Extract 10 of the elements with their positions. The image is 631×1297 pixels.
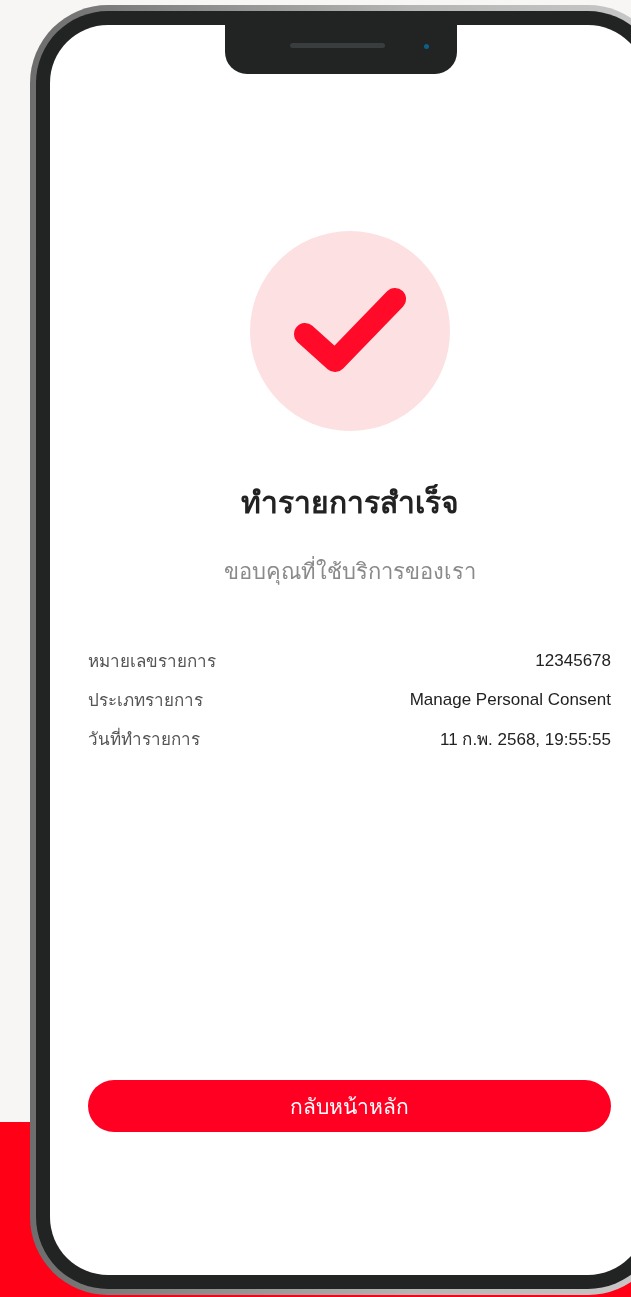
detail-label: หมายเลขรายการ [88, 650, 216, 673]
back-home-button[interactable]: กลับหน้าหลัก [88, 1080, 611, 1132]
detail-value: 12345678 [535, 650, 611, 671]
check-circle-icon [249, 231, 450, 431]
detail-label: ประเภทรายการ [88, 689, 203, 712]
success-title: ทำรายการสำเร็จ [240, 483, 459, 522]
detail-value: 11 ก.พ. 2568, 19:55:55 [440, 729, 611, 751]
thank-you-subtitle: ขอบคุณที่ใช้บริการของเรา [223, 554, 476, 589]
detail-label: วันที่ทำรายการ [88, 726, 200, 751]
detail-value: Manage Personal Consent [409, 689, 611, 710]
